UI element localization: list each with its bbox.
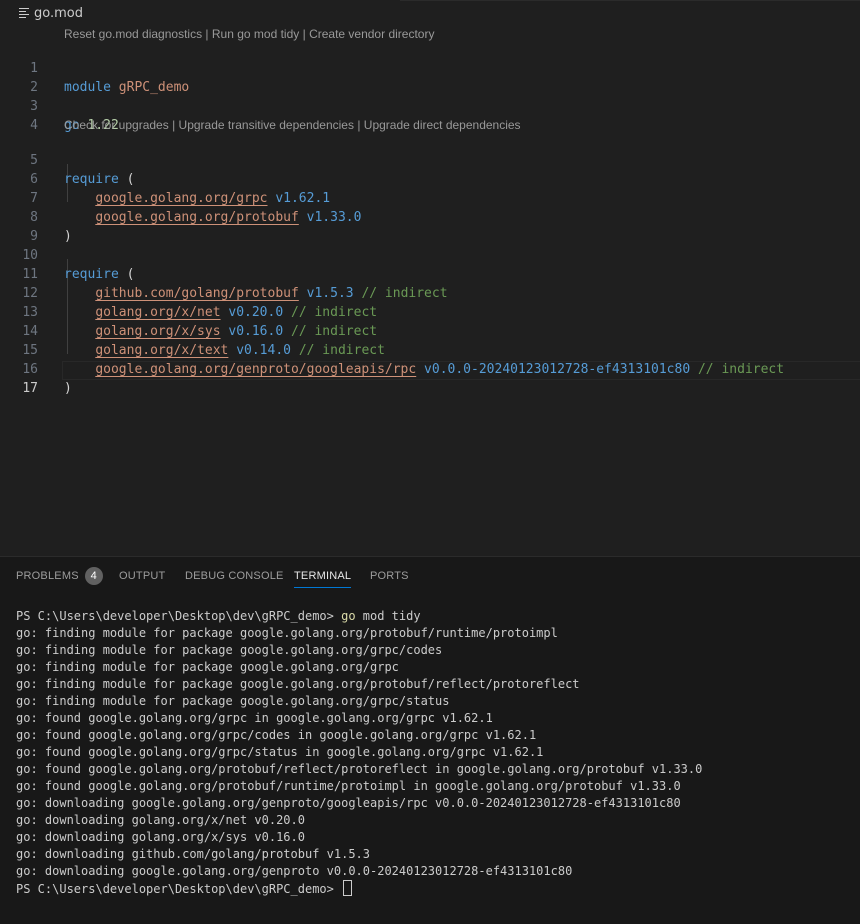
terminal-line: go: found google.golang.org/protobuf/run…	[16, 779, 681, 793]
terminal-cursor	[343, 880, 353, 896]
code-line: 13 golang.org/x/sys v0.16.0 // indirect	[0, 284, 860, 339]
code-line: 14 golang.org/x/text v0.14.0 // indirect	[0, 303, 860, 358]
terminal-line: go: downloading github.com/golang/protob…	[16, 847, 371, 861]
terminal-line: go: found google.golang.org/grpc/status …	[16, 745, 544, 759]
terminal-line: go: downloading google.golang.org/genpro…	[16, 796, 681, 810]
codelens-check-upgrades[interactable]: Check for upgrades	[64, 118, 169, 132]
code-line: 16 )	[0, 341, 860, 396]
code-line: 5 require (	[0, 132, 860, 187]
code-line: 6 google.golang.org/grpc v1.62.1	[0, 151, 860, 206]
code-editor[interactable]: Reset go.mod diagnostics | Run go mod ti…	[0, 26, 860, 556]
code-line: 2	[0, 59, 860, 95]
terminal-line: go: downloading golang.org/x/sys v0.16.0	[16, 830, 305, 844]
terminal-line: go: finding module for package google.go…	[16, 643, 443, 657]
code-line: 12 golang.org/x/net v0.20.0 // indirect	[0, 265, 860, 320]
list-icon	[18, 7, 30, 19]
code-line: 1 module gRPC_demo	[0, 40, 860, 95]
terminal-line: PS C:\Users\developer\Desktop\dev\gRPC_d…	[16, 609, 421, 623]
terminal-prompt-line[interactable]: PS C:\Users\developer\Desktop\dev\gRPC_d…	[16, 880, 856, 897]
codelens-upgrade-direct[interactable]: Upgrade direct dependencies	[364, 118, 521, 132]
terminal-line: go: found google.golang.org/protobuf/ref…	[16, 762, 703, 776]
codelens-create-vendor[interactable]: Create vendor directory	[309, 27, 434, 41]
panel-tabs: PROBLEMS 4 OUTPUT DEBUG CONSOLE TERMINAL …	[0, 557, 860, 595]
terminal-line: go: found google.golang.org/grpc/codes i…	[16, 728, 537, 742]
terminal-line: go: found google.golang.org/grpc in goog…	[16, 711, 493, 725]
tab-output[interactable]: OUTPUT	[119, 557, 165, 595]
tab-problems[interactable]: PROBLEMS 4	[16, 557, 103, 595]
problems-count-badge: 4	[84, 567, 103, 586]
codelens-run-tidy[interactable]: Run go mod tidy	[212, 27, 299, 41]
tab-terminal[interactable]: TERMINAL	[294, 557, 352, 595]
line-number: 17	[22, 381, 38, 396]
terminal[interactable]: PS C:\Users\developer\Desktop\dev\gRPC_d…	[16, 608, 856, 897]
code-line: 8 )	[0, 189, 860, 244]
code-line: 4	[0, 97, 860, 133]
code-line: 10 require (	[0, 227, 860, 282]
breadcrumb-file[interactable]: go.mod	[34, 6, 83, 21]
tab-debug-console[interactable]: DEBUG CONSOLE	[185, 557, 284, 595]
breadcrumb[interactable]: go.mod	[0, 0, 860, 26]
code-line: 3 go 1.22	[0, 78, 860, 133]
codelens-require: Check for upgrades | Upgrade transitive …	[64, 118, 521, 132]
bottom-panel: PROBLEMS 4 OUTPUT DEBUG CONSOLE TERMINAL …	[0, 556, 860, 924]
terminal-line: go: downloading google.golang.org/genpro…	[16, 864, 573, 878]
code-line: 17	[0, 360, 860, 396]
code-line: 7 google.golang.org/protobuf v1.33.0	[0, 170, 860, 225]
code-line: 15 google.golang.org/genproto/googleapis…	[0, 322, 860, 377]
divider	[400, 0, 860, 1]
code-line: 11 github.com/golang/protobuf v1.5.3 // …	[0, 246, 860, 301]
tab-ports[interactable]: PORTS	[370, 557, 409, 595]
terminal-line: go: finding module for package google.go…	[16, 694, 450, 708]
terminal-line: go: finding module for package google.go…	[16, 626, 558, 640]
terminal-line: go: finding module for package google.go…	[16, 660, 399, 674]
code-line: 9	[0, 208, 860, 244]
codelens-upgrade-transitive[interactable]: Upgrade transitive dependencies	[179, 118, 354, 132]
codelens-reset-diagnostics[interactable]: Reset go.mod diagnostics	[64, 27, 202, 41]
terminal-line: go: downloading golang.org/x/net v0.20.0	[16, 813, 305, 827]
terminal-line: go: finding module for package google.go…	[16, 677, 580, 691]
